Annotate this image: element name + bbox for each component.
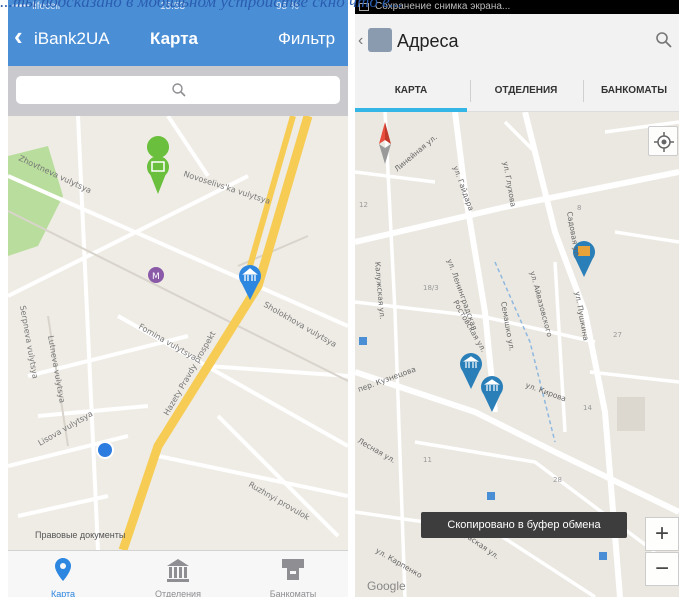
user-location-dot bbox=[98, 443, 112, 457]
tab-branches[interactable]: ОТДЕЛЕНИЯ bbox=[471, 70, 581, 112]
bank-building-icon bbox=[167, 559, 189, 582]
tab-atms[interactable]: Банкоматы bbox=[238, 551, 348, 597]
ios-map-view[interactable]: M Novoselivs'ka vulytsya Zhovtneva vulyt… bbox=[8, 116, 348, 550]
android-action-bar: ‹ Адреса bbox=[355, 14, 679, 70]
house-number: 11 bbox=[423, 456, 432, 464]
back-label: iBank2UA bbox=[34, 29, 110, 48]
house-number: 18/3 bbox=[423, 284, 439, 292]
zoom-in-button[interactable]: + bbox=[645, 517, 679, 551]
android-screen: Сохранение снимка экрана... ‹ Адреса КАР… bbox=[355, 0, 679, 597]
android-tabs: КАРТА ОТДЕЛЕНИЯ БАНКОМАТЫ bbox=[355, 70, 679, 112]
tab-map[interactable]: КАРТА bbox=[355, 70, 467, 112]
android-map-view[interactable]: Линейная ул. ул. Гайдара ул. Глухова ул.… bbox=[355, 112, 679, 597]
ios-navigation-bar: ‹ iBank2UA Карта Фильтр bbox=[8, 14, 348, 66]
tab-atms[interactable]: БАНКОМАТЫ bbox=[584, 70, 679, 112]
search-icon[interactable] bbox=[655, 31, 673, 49]
house-number: 28 bbox=[553, 476, 562, 484]
map-pin-icon bbox=[55, 558, 71, 581]
house-number: 12 bbox=[359, 201, 368, 209]
house-number: 8 bbox=[577, 204, 581, 212]
tab-branches[interactable]: Отделения bbox=[123, 551, 233, 597]
search-bar bbox=[8, 66, 348, 116]
svg-text:M: M bbox=[152, 272, 160, 282]
tab-map[interactable]: Карта bbox=[8, 551, 118, 597]
tab-label: Отделения bbox=[155, 589, 201, 597]
search-icon bbox=[172, 83, 186, 97]
google-attribution: Google bbox=[367, 579, 406, 593]
tab-label: Банкоматы bbox=[269, 589, 317, 597]
zoom-out-button[interactable]: − bbox=[645, 552, 679, 586]
tab-label: Карта bbox=[50, 589, 76, 597]
legal-link[interactable]: Правовые документы bbox=[35, 530, 125, 540]
ios-map-canvas: M Novoselivs'ka vulytsya Zhovtneva vulyt… bbox=[8, 116, 348, 550]
house-number: 14 bbox=[583, 404, 592, 412]
page-title: Адреса bbox=[397, 31, 459, 51]
ios-tab-bar: Карта Отделения Банкоматы bbox=[8, 550, 348, 597]
ios-screen: ••••• lifecell 15:53 95 % ‹ iBank2UA Кар… bbox=[8, 0, 348, 597]
caption-text: ...ты подсказано в мобильном устройстве … bbox=[0, 0, 403, 10]
house-number: 27 bbox=[613, 331, 622, 339]
crosshair-icon bbox=[654, 132, 674, 152]
atm-icon bbox=[282, 559, 304, 580]
back-button[interactable]: ‹ bbox=[358, 32, 363, 50]
app-icon[interactable] bbox=[368, 28, 392, 52]
filter-button[interactable]: Фильтр bbox=[278, 29, 335, 49]
toast-message: Скопировано в буфер обмена bbox=[421, 512, 627, 538]
my-location-button[interactable] bbox=[648, 126, 678, 156]
page-title: Карта bbox=[150, 29, 198, 48]
chevron-left-icon: ‹ bbox=[14, 21, 23, 51]
search-input[interactable] bbox=[16, 76, 340, 104]
